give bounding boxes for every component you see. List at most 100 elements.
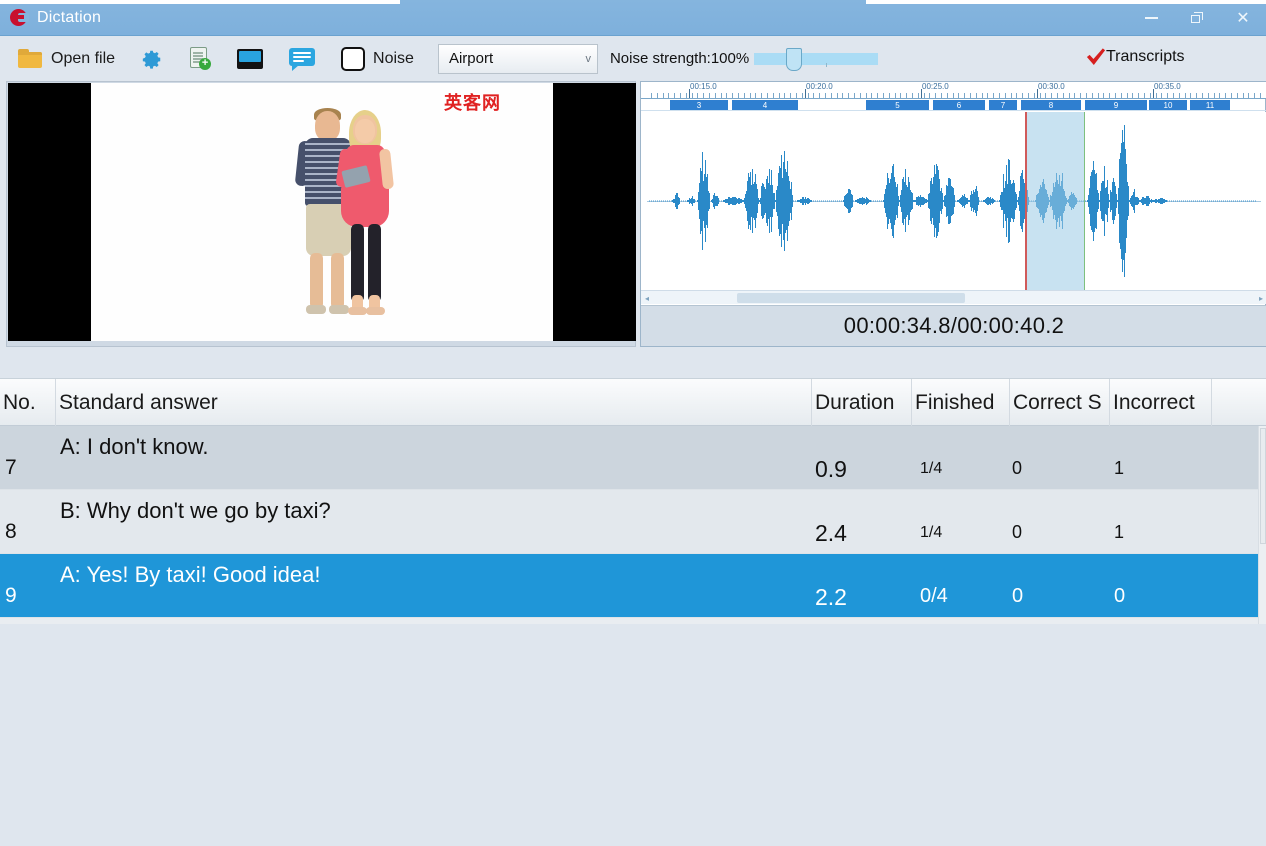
waveform-bar xyxy=(1185,200,1186,202)
ruler-tick xyxy=(790,93,792,98)
ruler-tick xyxy=(685,93,687,98)
waveform-bar xyxy=(1105,199,1106,203)
restore-button[interactable] xyxy=(1174,0,1220,36)
waveform-selection-region[interactable] xyxy=(1025,112,1085,290)
waveform-ruler[interactable]: 00:15.000:20.000:25.000:30.000:35.000:40… xyxy=(641,82,1266,99)
table-column-header[interactable]: Incorrect xyxy=(1110,379,1212,426)
ruler-tick xyxy=(1080,93,1082,98)
subtitle-button[interactable] xyxy=(269,36,321,81)
transcripts-toggle[interactable]: Transcripts xyxy=(1085,47,1185,67)
ruler-tick xyxy=(767,93,768,98)
noise-checkbox-label: Noise xyxy=(373,49,414,67)
table-row[interactable]: 7 A: I don't know. 0.9 1/4 0 1 xyxy=(0,426,1258,490)
close-button[interactable]: ✕ xyxy=(1220,0,1266,36)
waveform-bar xyxy=(1167,199,1168,203)
waveform-bar xyxy=(891,199,892,203)
waveform-bar xyxy=(1165,199,1166,203)
waveform-bar xyxy=(953,199,954,203)
waveform-bar xyxy=(821,200,822,202)
screen-button[interactable] xyxy=(217,36,269,81)
waveform-bar xyxy=(1171,199,1172,203)
row-duration: 0.9 xyxy=(815,456,847,482)
waveform-bar xyxy=(709,199,710,203)
scroll-right-icon[interactable]: ▸ xyxy=(1259,294,1263,303)
waveform-bar xyxy=(1103,199,1104,203)
table-row[interactable]: 8 B: Why don't we go by taxi? 2.4 1/4 0 1 xyxy=(0,490,1258,554)
table-vertical-scrollbar[interactable] xyxy=(1258,426,1266,624)
waveform-canvas[interactable] xyxy=(641,112,1266,290)
close-icon: ✕ xyxy=(1236,8,1250,27)
ruler-tick xyxy=(1178,93,1180,98)
waveform-bar xyxy=(929,199,930,203)
table-row[interactable]: 9 A: Yes! By taxi! Good idea! 2.2 0/4 0 0 xyxy=(0,554,1258,618)
noise-strength-tick xyxy=(825,62,827,67)
waveform-bar xyxy=(799,200,800,202)
waveform-bar xyxy=(1153,200,1154,202)
open-file-label: Open file xyxy=(51,49,116,67)
waveform-bar xyxy=(1095,199,1096,203)
noise-type-select[interactable]: Airport v xyxy=(437,43,598,74)
waveform-bar xyxy=(913,199,914,203)
minimize-button[interactable] xyxy=(1128,0,1174,36)
waveform-bar xyxy=(991,199,992,203)
waveform-bar xyxy=(833,200,834,202)
table-scroll-thumb[interactable] xyxy=(1260,428,1266,544)
waveform-bar xyxy=(1241,200,1242,202)
waveform-bar xyxy=(979,200,980,202)
waveform-scroll-thumb[interactable] xyxy=(737,293,965,303)
waveform-bar xyxy=(847,199,848,203)
ruler-tick xyxy=(1225,93,1227,98)
video-frame-content: 英客网 xyxy=(91,83,553,341)
waveform-bar xyxy=(889,199,890,203)
scroll-left-icon[interactable]: ◂ xyxy=(645,294,649,303)
ruler-label: 00:15.0 xyxy=(690,82,717,91)
ruler-tick xyxy=(900,93,902,98)
waveform-bar xyxy=(713,200,714,202)
table-column-header[interactable]: No. xyxy=(0,379,56,426)
waveform-bar xyxy=(1019,200,1020,202)
waveform-bar xyxy=(1151,199,1152,203)
waveform-bar xyxy=(787,199,788,203)
waveform-bar xyxy=(721,199,722,203)
waveform-bar xyxy=(737,200,738,202)
waveform-bar xyxy=(669,199,670,203)
ruler-tick xyxy=(946,93,948,98)
waveform-bar xyxy=(995,199,996,203)
video-panel[interactable]: 英客网 xyxy=(6,81,636,347)
waveform-bar xyxy=(667,199,668,203)
noise-strength-thumb[interactable] xyxy=(785,47,802,71)
dictation-app-window: Dictation ✕ Open file + Noise Airport v … xyxy=(0,0,1266,846)
table-column-header[interactable]: Finished xyxy=(912,379,1010,426)
table-column-header[interactable]: Standard answer xyxy=(56,379,812,426)
waveform-bar xyxy=(1169,200,1170,202)
waveform-bar xyxy=(811,199,812,203)
noise-checkbox[interactable]: Noise xyxy=(321,36,420,81)
waveform-panel[interactable]: 00:15.000:20.000:25.000:30.000:35.000:40… xyxy=(640,81,1266,347)
waveform-bar xyxy=(1121,200,1122,202)
ruler-tick xyxy=(1045,93,1047,98)
waveform-bar xyxy=(1091,200,1092,202)
table-column-header[interactable]: Duration xyxy=(812,379,912,426)
waveform-bar xyxy=(1111,199,1112,203)
waveform-bar xyxy=(977,199,978,203)
ruler-tick xyxy=(830,93,832,98)
time-display: 00:00:34.8/00:00:40.2 xyxy=(843,313,1065,338)
waveform-bar xyxy=(993,199,994,203)
waveform-bar xyxy=(869,200,870,202)
table-column-header[interactable]: Correct S xyxy=(1010,379,1110,426)
waveform-bar xyxy=(849,199,850,203)
waveform-bar xyxy=(777,199,778,202)
waveform-horizontal-scrollbar[interactable]: ◂ ▸ xyxy=(641,290,1266,304)
waveform-bar xyxy=(663,199,664,203)
waveform-bar xyxy=(987,199,988,203)
noise-strength-slider[interactable] xyxy=(753,47,878,71)
waveform-bar xyxy=(1195,199,1196,203)
open-file-button[interactable]: Open file xyxy=(0,36,121,81)
settings-button[interactable] xyxy=(121,36,169,81)
waveform-bar xyxy=(937,200,938,202)
add-document-button[interactable]: + xyxy=(169,36,217,81)
ruler-tick xyxy=(1219,93,1221,98)
screen-icon xyxy=(237,48,264,69)
waveform-bar xyxy=(1173,200,1174,202)
waveform-bar xyxy=(1141,199,1142,203)
